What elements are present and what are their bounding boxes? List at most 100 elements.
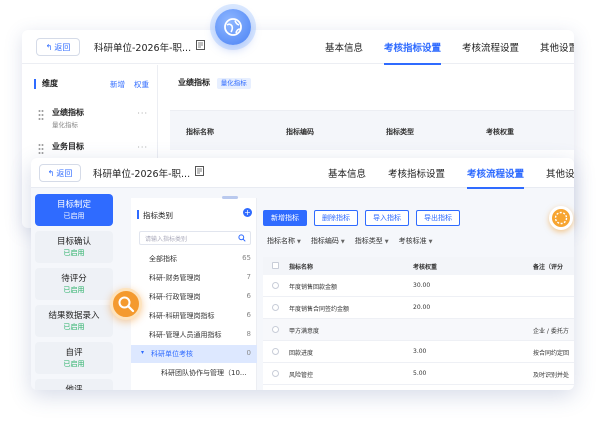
category-item[interactable]: 科研-管理人员通用指标 8 [131, 326, 257, 344]
tab-bar: 基本信息 考核指标设置 考核流程设置 其他设置 [328, 166, 574, 189]
add-dimension-link[interactable]: 新增 [110, 79, 125, 90]
table-row[interactable]: 甲方满意度 企业 / 委托方 [263, 319, 574, 341]
more-icon[interactable]: ··· [137, 109, 148, 118]
tab-process-settings[interactable]: 考核流程设置 [467, 166, 525, 189]
category-search-input[interactable]: 请输入指标类别 [139, 231, 251, 245]
stage-status: 已启用 [63, 212, 85, 220]
add-category-icon[interactable]: + [243, 208, 252, 217]
select-all-checkbox[interactable] [272, 262, 279, 269]
column-header: 指标编码 [286, 128, 314, 136]
table-row[interactable]: 回款进度 3.00 按合同约定回 [263, 341, 574, 363]
category-label: 科研-管理人员通用指标 [149, 331, 222, 339]
category-item-all[interactable]: 全部指标 65 [131, 250, 257, 268]
category-label: 科研-财务管理岗 [149, 274, 201, 282]
back-button[interactable]: ↰ 返回 [36, 38, 80, 56]
tab-process-settings[interactable]: 考核流程设置 [462, 40, 519, 54]
stage-name: 目标制定 [56, 200, 91, 210]
table-header: 指标名称 考核权重 备注（评分 [263, 257, 574, 275]
dimension-item-title: 业务目标 [52, 142, 84, 151]
chevron-down-icon: ▼ [384, 239, 389, 245]
cell-name: 回款进度 [289, 350, 314, 357]
stage-goal-confirm[interactable]: 目标确认 已启用 [35, 231, 113, 263]
drag-handle-icon[interactable] [38, 109, 44, 121]
filter-assessment-standard[interactable]: 考核标准 ▼ [399, 236, 433, 246]
dimension-item-subtitle: 量化指标 [52, 121, 78, 129]
drag-handle-icon[interactable] [38, 143, 44, 155]
magnifier-badge-icon [110, 288, 142, 320]
row-checkbox[interactable] [272, 282, 279, 289]
front-window: ↰ 返回 科研单位-2026年-职... 基本信息 考核指标设置 考核流程设置 … [31, 158, 574, 390]
category-label: 科研团队协作与管理（10... [161, 369, 247, 377]
filter-indicator-code[interactable]: 指标编码 ▼ [311, 236, 345, 246]
table-row[interactable]: 年度销售合同签约金额 20.00 [263, 297, 574, 319]
category-count: 6 [246, 292, 251, 300]
table-row[interactable]: 年度销售回款金额 30.00 [263, 275, 574, 297]
indicator-table-header: 指标名称 指标编码 指标类型 考核权重 [170, 110, 574, 150]
import-indicator-button[interactable]: 导入指标 [365, 210, 409, 226]
row-checkbox[interactable] [272, 348, 279, 355]
tab-indicator-settings[interactable]: 考核指标设置 [384, 40, 442, 65]
indicator-category-panel: 指标类别 + 请输入指标类别 全部指标 65 科研-财务管理岗 7 科研-行政管… [131, 198, 257, 390]
filter-indicator-type[interactable]: 指标类型 ▼ [355, 236, 389, 246]
row-checkbox[interactable] [272, 304, 279, 311]
chevron-down-icon: ▼ [297, 239, 301, 245]
category-panel-title: 指标类别 [143, 211, 173, 220]
add-indicator-button[interactable]: 新增指标 [263, 210, 307, 226]
category-label: 科研-行政管理岗 [149, 293, 201, 301]
category-count: 65 [242, 254, 251, 262]
weight-link[interactable]: 权重 [134, 79, 149, 90]
stage-pending-score[interactable]: 待评分 已启用 [35, 268, 113, 300]
filter-label: 指标编码 [310, 237, 339, 245]
search-placeholder: 请输入指标类别 [145, 236, 188, 243]
filter-label: 指标名称 [267, 237, 295, 245]
category-item[interactable]: 科研-行政管理岗 6 [131, 288, 257, 306]
export-indicator-button[interactable]: 导出指标 [416, 210, 460, 226]
tab-basic-info[interactable]: 基本信息 [325, 40, 363, 54]
column-header: 考核权重 [486, 128, 514, 136]
stage-name: 结果数据录入 [48, 311, 100, 321]
column-header: 考核权重 [413, 264, 438, 271]
stage-self-review[interactable]: 自评 已启用 [35, 342, 113, 374]
chevron-down-icon: ▼ [340, 239, 345, 245]
document-icon[interactable] [196, 40, 205, 50]
indicator-toolbar: 新增指标 删除指标 导入指标 导出指标 [263, 210, 467, 226]
filter-label: 指标类型 [354, 237, 383, 245]
category-item[interactable]: 科研-财务管理岗 7 [131, 269, 257, 287]
section-title-text: 业绩指标 [178, 78, 210, 87]
category-item-selected[interactable]: ▾ 科研单位考核 0 [131, 345, 257, 363]
stage-status: 已启用 [63, 360, 85, 368]
section-tag: 量化指标 [216, 78, 251, 89]
cell-name: 甲方满意度 [289, 328, 320, 335]
stage-result-entry[interactable]: 结果数据录入 已启用 [35, 305, 113, 337]
stage-name: 目标确认 [56, 237, 91, 247]
stage-name: 待评分 [61, 274, 87, 284]
row-checkbox[interactable] [272, 326, 279, 333]
stage-status: 已启用 [63, 323, 85, 331]
cell-weight: 3.00 [413, 348, 427, 355]
category-count: 0 [246, 349, 251, 357]
category-item[interactable]: 科研-科研管理岗指标 6 [131, 307, 257, 325]
stage-status: 已启用 [63, 249, 85, 257]
column-header: 指标名称 [289, 264, 314, 271]
filter-indicator-name[interactable]: 指标名称 ▼ [267, 236, 301, 246]
tab-other-settings[interactable]: 其他设置 [546, 166, 574, 180]
document-icon[interactable] [195, 166, 204, 176]
table-row[interactable]: 风险管控 5.00 及时识别并处 [263, 363, 574, 385]
back-button[interactable]: ↰ 返回 [39, 164, 81, 182]
category-subitem[interactable]: 科研团队协作与管理（10... [131, 364, 257, 382]
stage-peer-review[interactable]: 他评 [35, 379, 113, 390]
search-icon[interactable] [238, 234, 246, 242]
category-label: 科研单位考核 [151, 350, 193, 358]
back-button-label: 返回 [54, 42, 71, 52]
column-header: 备注（评分 [533, 264, 564, 271]
column-header: 指标类型 [386, 128, 414, 136]
stage-goal-setting[interactable]: 目标制定 已启用 [35, 194, 113, 226]
tab-basic-info[interactable]: 基本信息 [328, 166, 366, 180]
tab-indicator-settings[interactable]: 考核指标设置 [388, 166, 445, 180]
tab-other-settings[interactable]: 其他设置 [540, 40, 574, 54]
delete-indicator-button[interactable]: 删除指标 [314, 210, 358, 226]
expand-chevron-icon[interactable]: ▾ [141, 349, 144, 356]
row-checkbox[interactable] [272, 370, 279, 377]
more-icon[interactable]: ··· [137, 143, 148, 152]
dimension-item-title: 业绩指标 [52, 108, 84, 117]
